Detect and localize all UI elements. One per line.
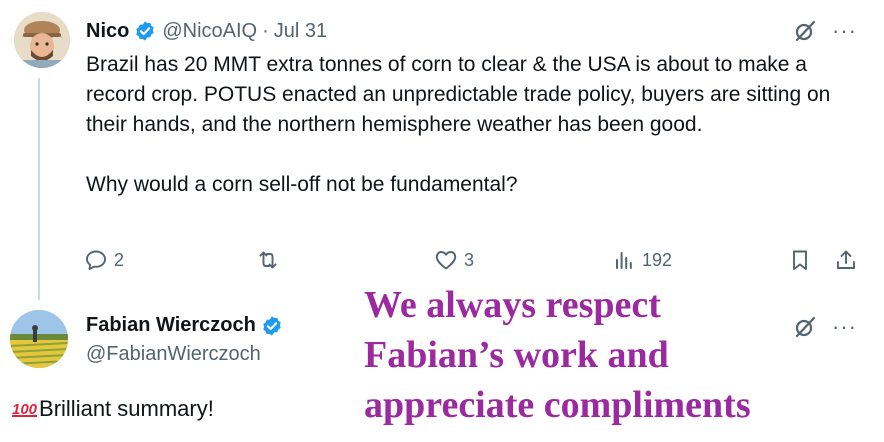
reply-author-name[interactable]: Fabian Wierczoch (86, 314, 256, 337)
overlay-line-3: appreciate compliments (364, 384, 751, 426)
avatar-nico-image (14, 12, 70, 68)
reply-header: Fabian Wierczoch @FabianWierczoch (86, 314, 283, 366)
retweet-button[interactable] (256, 248, 280, 272)
overlay-line-1: We always respect (364, 284, 661, 326)
avatar-fabian[interactable] (10, 310, 68, 368)
views-button[interactable]: 192 (612, 248, 672, 272)
like-button[interactable]: 3 (434, 248, 474, 272)
like-icon (435, 251, 457, 270)
reply-text: Brilliant summary! (39, 396, 214, 421)
more-icon[interactable]: ··· (832, 20, 857, 42)
tweet-header: Nico @NicoAIQ · Jul 31 (86, 16, 327, 46)
share-button[interactable] (834, 248, 858, 272)
retweet-icon (259, 251, 277, 269)
reply-button[interactable]: 2 (84, 248, 124, 272)
tweet-top-actions: ··· (792, 18, 857, 44)
like-count: 3 (464, 249, 475, 270)
verified-badge-icon[interactable] (261, 315, 283, 337)
reply-author-handle[interactable]: @FabianWierczoch (86, 343, 283, 366)
tweet-date[interactable]: Jul 31 (274, 20, 327, 43)
tweet-body: Brazil has 20 MMT extra tonnes of corn t… (86, 50, 846, 200)
overlay-line-2: Fabian’s work and (364, 334, 669, 376)
hundred-points-emoji: 100 (12, 400, 38, 418)
share-icon (837, 250, 855, 269)
author-handle[interactable]: @NicoAIQ (162, 20, 257, 43)
avatar-nico[interactable] (14, 12, 70, 68)
bookmark-icon (793, 250, 807, 270)
author-name[interactable]: Nico (86, 20, 129, 43)
verified-badge-icon[interactable] (134, 20, 156, 42)
views-icon (616, 252, 632, 269)
overlay-annotation: We always respect Fabian’s work and appr… (364, 280, 874, 430)
reply-icon (86, 250, 106, 270)
view-count: 192 (642, 249, 673, 270)
avatar-fabian-image (10, 310, 68, 368)
tweet-action-bar: 2 3 192 (84, 248, 864, 278)
bookmark-button[interactable] (788, 248, 812, 272)
thread-connector-line (38, 78, 40, 300)
grok-icon[interactable] (792, 18, 818, 44)
tweet-paragraph-1: Brazil has 20 MMT extra tonnes of corn t… (86, 53, 831, 136)
separator-dot: · (262, 19, 269, 42)
reply-count: 2 (114, 249, 125, 270)
reply-body: 100 Brilliant summary! (12, 396, 214, 422)
tweet-paragraph-2: Why would a corn sell-off not be fundame… (86, 173, 518, 196)
